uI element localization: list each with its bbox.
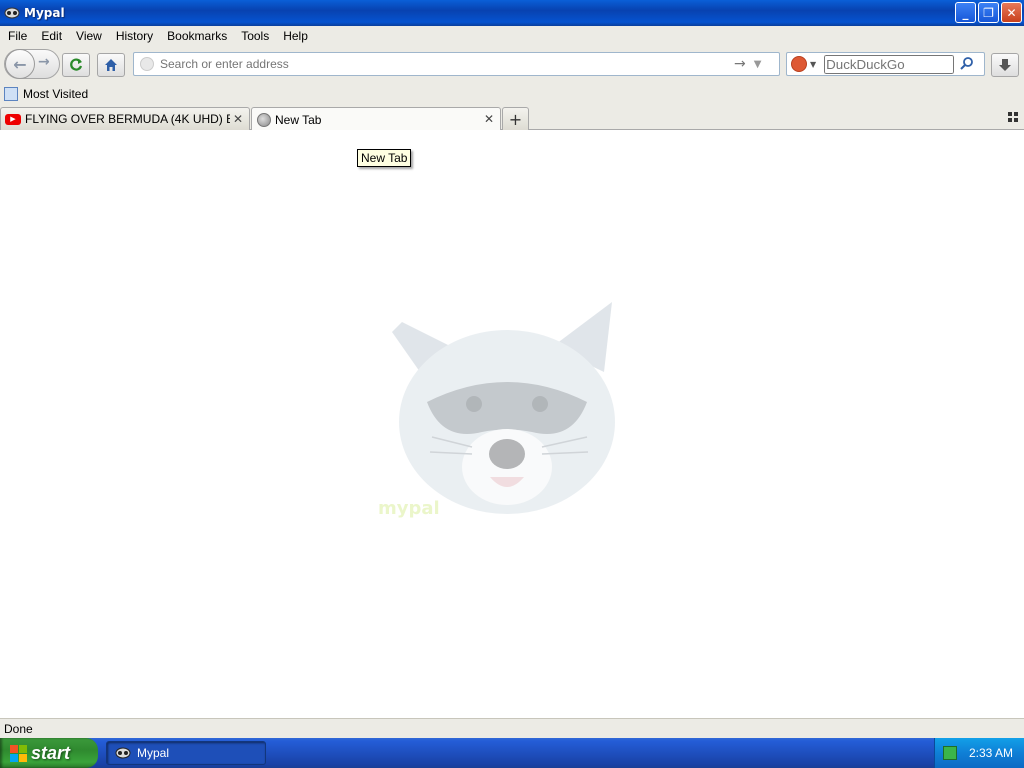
network-icon[interactable] bbox=[943, 746, 957, 760]
home-button[interactable] bbox=[97, 53, 125, 77]
duckduckgo-icon[interactable] bbox=[791, 56, 807, 72]
status-bar: Done bbox=[0, 718, 1024, 738]
menu-edit[interactable]: Edit bbox=[35, 29, 68, 43]
menu-history[interactable]: History bbox=[110, 29, 159, 43]
page-content: New Tab mypal bbox=[0, 130, 1024, 718]
taskbar-item-mypal[interactable]: Mypal bbox=[106, 741, 266, 765]
windows-logo-icon bbox=[10, 744, 27, 762]
raccoon-logo-icon: mypal bbox=[378, 302, 615, 519]
start-label: start bbox=[31, 742, 71, 763]
search-icon[interactable] bbox=[960, 56, 974, 73]
site-identity-icon bbox=[140, 57, 154, 71]
download-arrow-icon bbox=[999, 59, 1011, 71]
tab-close-icon[interactable]: ✕ bbox=[484, 112, 494, 126]
most-visited-bookmark[interactable]: Most Visited bbox=[4, 87, 88, 101]
address-bar[interactable]: → ▼ bbox=[133, 52, 780, 76]
menu-file[interactable]: File bbox=[2, 29, 33, 43]
all-tabs-icon[interactable] bbox=[1008, 112, 1018, 122]
tab-new-tab[interactable]: New Tab ✕ bbox=[251, 107, 501, 131]
close-icon: ✕ bbox=[1006, 5, 1017, 20]
minimize-button[interactable]: _ bbox=[955, 2, 976, 23]
menu-view[interactable]: View bbox=[70, 29, 108, 43]
search-input[interactable] bbox=[824, 54, 955, 74]
go-arrow-icon[interactable]: → bbox=[734, 56, 746, 72]
menu-help[interactable]: Help bbox=[277, 29, 314, 43]
taskbar: start Mypal 2:33 AM bbox=[0, 738, 1024, 768]
taskbar-item-label: Mypal bbox=[137, 746, 170, 760]
tab-tooltip: New Tab bbox=[357, 149, 412, 167]
menu-tools[interactable]: Tools bbox=[235, 29, 275, 43]
dropdown-arrow-icon[interactable]: ▼ bbox=[754, 59, 762, 70]
tab-youtube[interactable]: ▶ FLYING OVER BERMUDA (4K UHD) Bea... ✕ bbox=[0, 107, 250, 130]
youtube-icon: ▶ bbox=[5, 113, 21, 125]
close-button[interactable]: ✕ bbox=[1001, 2, 1022, 23]
tab-strip: ▶ FLYING OVER BERMUDA (4K UHD) Bea... ✕ … bbox=[0, 106, 1024, 131]
mascot-text: mypal bbox=[378, 498, 440, 519]
menu-bar: File Edit View History Bookmarks Tools H… bbox=[0, 26, 1024, 46]
globe-icon bbox=[257, 112, 271, 127]
tab-title: New Tab bbox=[275, 112, 322, 127]
downloads-button[interactable] bbox=[991, 53, 1019, 77]
menu-bookmarks[interactable]: Bookmarks bbox=[161, 29, 233, 43]
url-input[interactable] bbox=[160, 57, 720, 71]
tab-close-icon[interactable]: ✕ bbox=[233, 112, 243, 126]
title-bar: Mypal _ ❐ ✕ bbox=[0, 0, 1024, 26]
system-tray: 2:33 AM bbox=[934, 738, 1024, 768]
bookmark-folder-icon bbox=[4, 87, 18, 101]
status-text: Done bbox=[4, 721, 33, 736]
home-icon bbox=[105, 59, 117, 71]
back-button[interactable]: ← bbox=[5, 49, 35, 79]
reload-icon bbox=[70, 58, 83, 71]
most-visited-label: Most Visited bbox=[23, 87, 89, 101]
minimize-icon: _ bbox=[962, 5, 969, 20]
back-arrow-icon: ← bbox=[13, 54, 27, 74]
plus-icon: + bbox=[508, 109, 523, 129]
forward-button[interactable]: → bbox=[38, 54, 50, 70]
reload-button[interactable] bbox=[62, 53, 90, 77]
engine-dropdown-icon[interactable]: ▼ bbox=[810, 60, 816, 69]
start-button[interactable]: start bbox=[0, 738, 98, 768]
restore-icon: ❐ bbox=[983, 5, 994, 20]
window-title: Mypal bbox=[24, 6, 65, 20]
restore-button[interactable]: ❐ bbox=[978, 2, 999, 23]
new-tab-button[interactable]: + bbox=[502, 107, 529, 130]
clock[interactable]: 2:33 AM bbox=[969, 746, 1013, 760]
tab-title: FLYING OVER BERMUDA (4K UHD) Bea... bbox=[25, 112, 230, 126]
mypal-logo-icon bbox=[4, 5, 20, 21]
back-forward-group: ← → bbox=[4, 49, 60, 79]
mypal-logo-icon bbox=[115, 747, 131, 759]
bookmarks-toolbar: Most Visited bbox=[0, 82, 1024, 106]
navigation-toolbar: ← → → ▼ ▼ bbox=[0, 46, 1024, 82]
search-bar[interactable]: ▼ bbox=[786, 52, 985, 76]
